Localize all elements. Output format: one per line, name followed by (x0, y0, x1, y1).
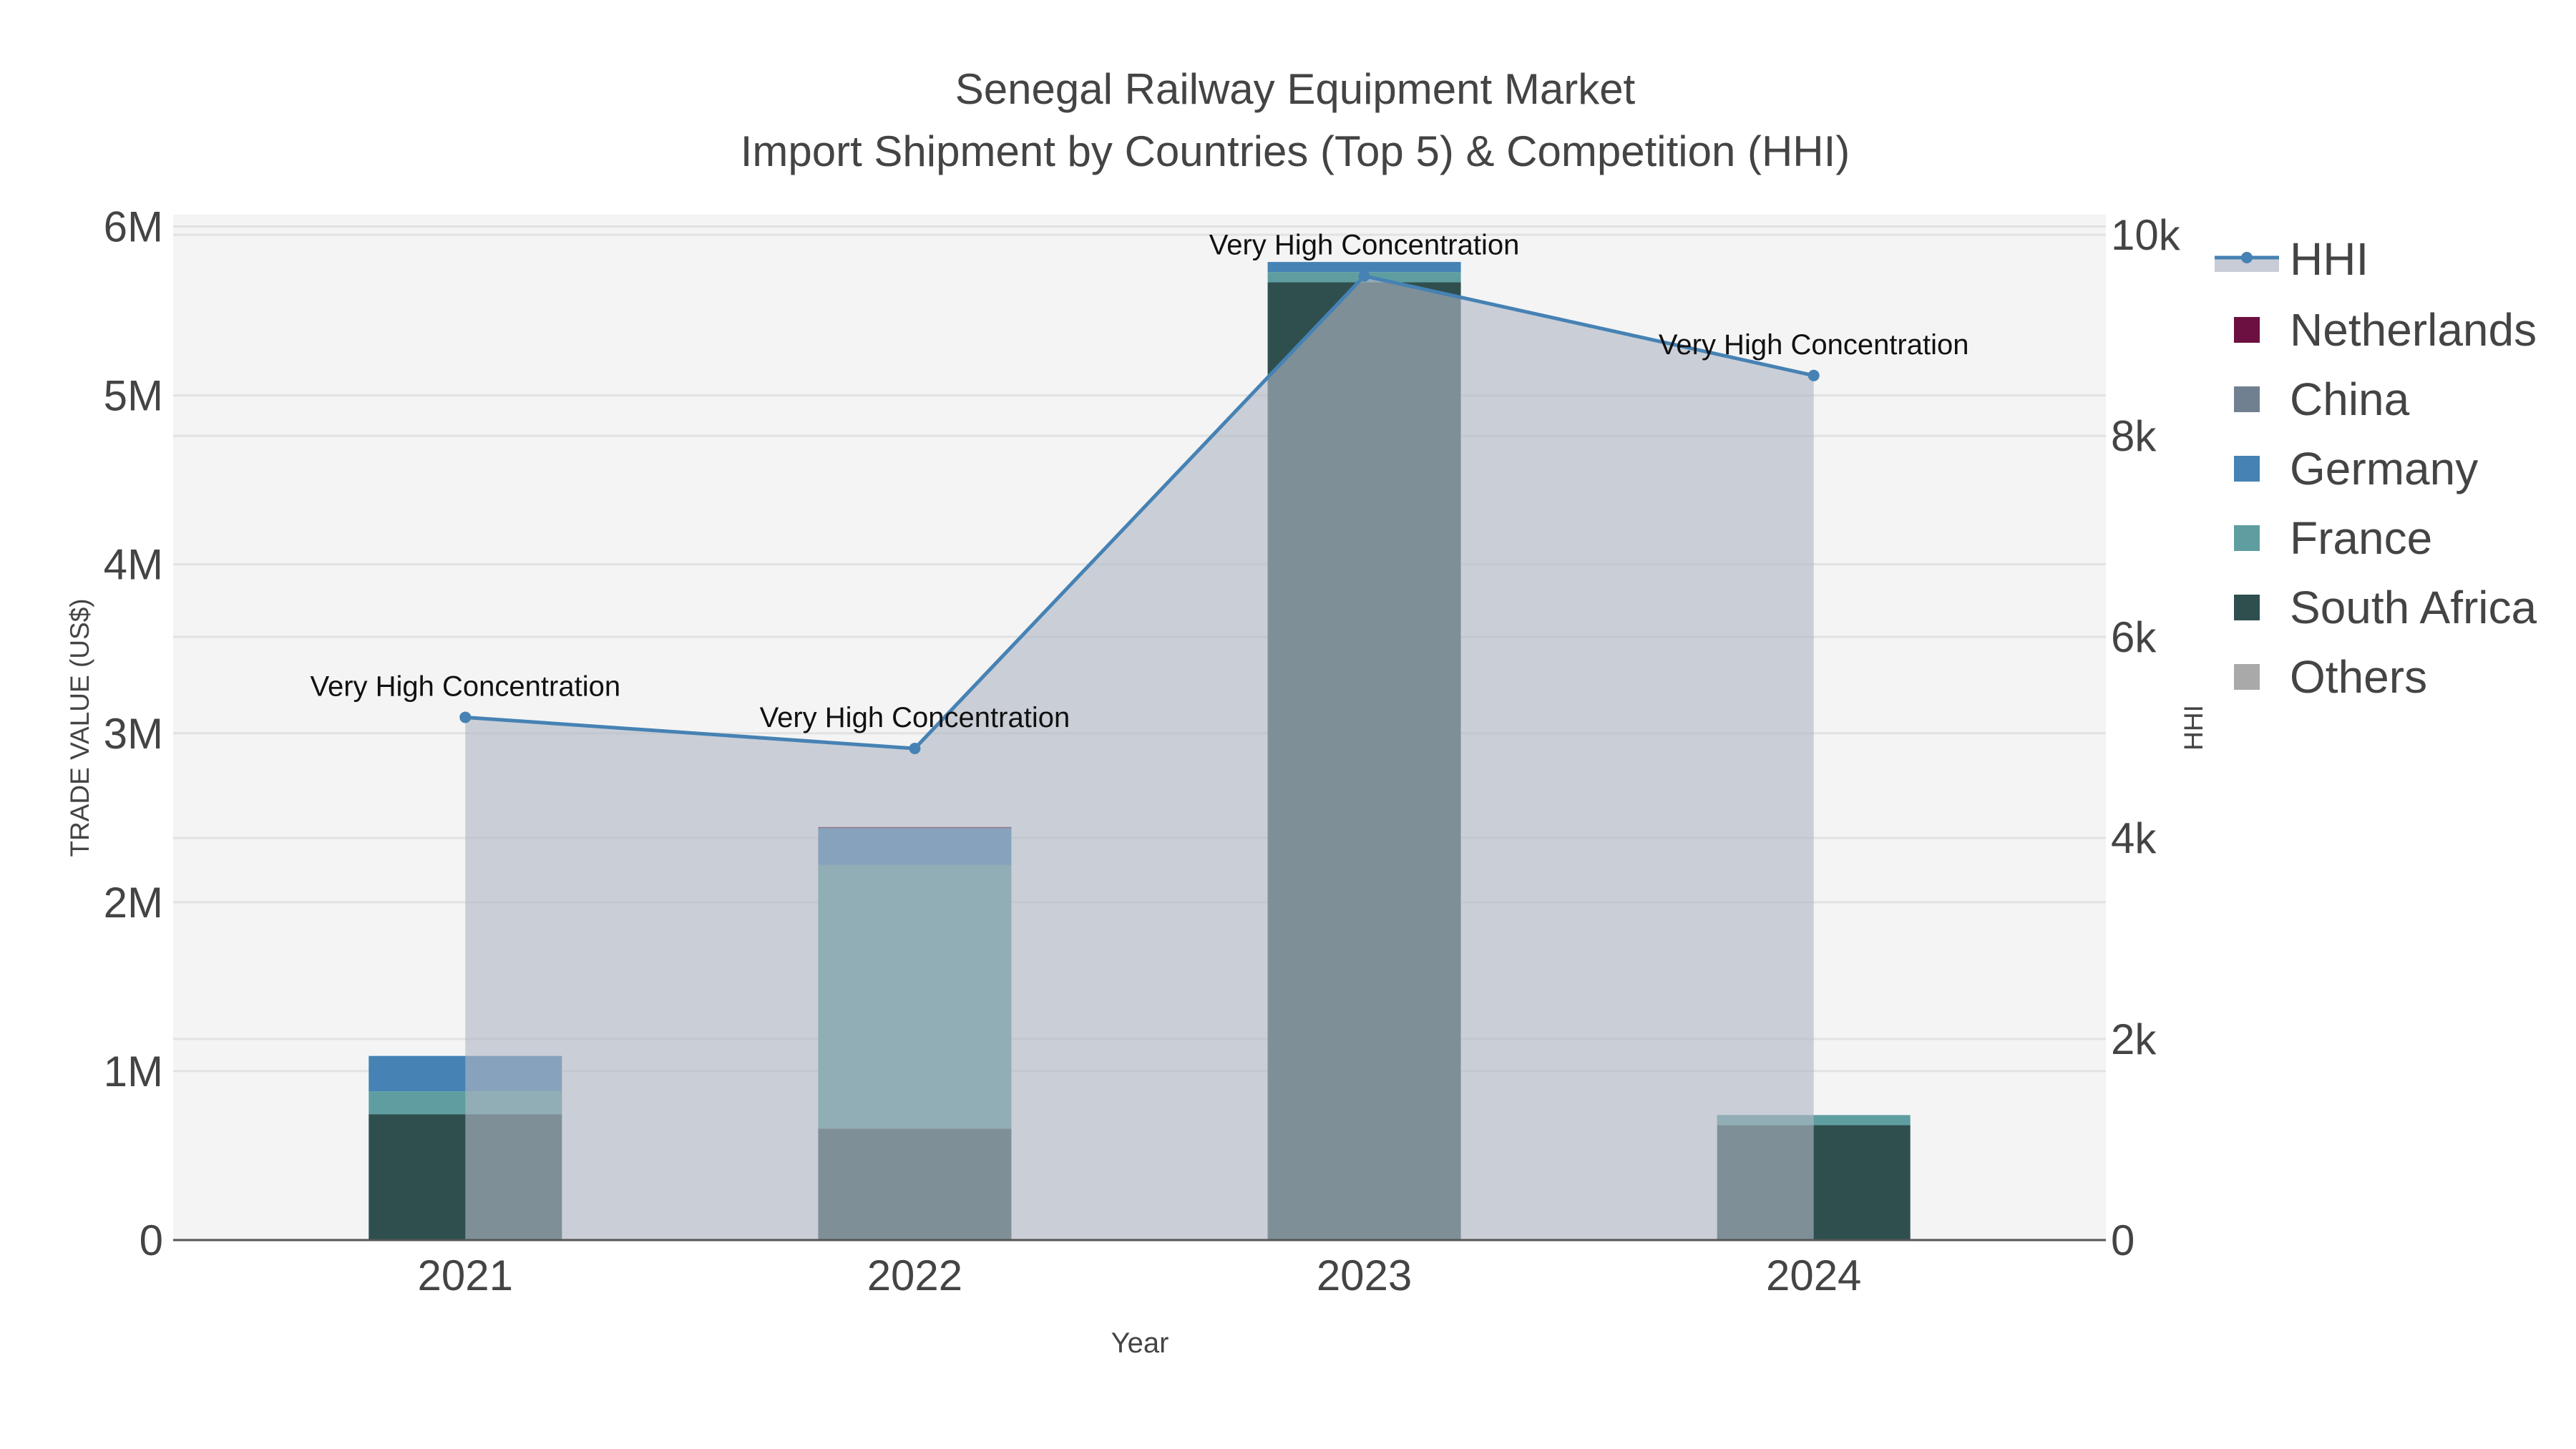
hhi-point (459, 711, 472, 723)
legend-swatch-south-africa (2234, 595, 2260, 620)
y2-tick-label: 8k (2111, 412, 2157, 460)
chart-title-line1: Senegal Railway Equipment Market (955, 65, 1636, 113)
y-tick-label: 2M (104, 879, 163, 927)
legend-swatch-germany (2234, 456, 2260, 482)
legend-swatch-france (2234, 525, 2260, 551)
hhi-annotation: Very High Concentration (1209, 230, 1520, 261)
y2-tick-label: 6k (2111, 613, 2157, 661)
x-axis-label: Year (1111, 1327, 1169, 1359)
legend: HHI Netherlands China Germany France South Af… (2215, 233, 2537, 703)
chart-title-line2: Import Shipment by Countries (Top 5) & C… (741, 127, 1850, 175)
hhi-annotation: Very High Concentration (1659, 329, 1969, 361)
legend-swatch-china (2234, 386, 2260, 412)
legend-swatch-netherlands (2234, 317, 2260, 343)
legend-label-china: China (2290, 374, 2410, 425)
x-tick-label: 2024 (1766, 1252, 1861, 1299)
chart: Very High Concentration Very High Concent… (65, 65, 2537, 1359)
y-tick-label: 6M (104, 203, 163, 251)
y-tick-label: 0 (140, 1216, 163, 1264)
legend-label-germany: Germany (2290, 443, 2478, 494)
y2-tick-label: 10k (2111, 211, 2181, 259)
hhi-annotation: Very High Concentration (760, 702, 1070, 733)
legend-label-hhi: HHI (2290, 233, 2368, 285)
y-tick-label: 3M (104, 710, 163, 758)
y2-axis-label: HHI (2179, 705, 2208, 751)
legend-label-france: France (2290, 512, 2432, 564)
y-tick-label: 4M (104, 541, 163, 589)
legend-label-south-africa: South Africa (2290, 582, 2537, 633)
x-tick-label: 2022 (867, 1252, 962, 1299)
legend-label-netherlands: Netherlands (2290, 304, 2537, 356)
y-axis-label: TRADE VALUE (US$) (65, 598, 94, 857)
y-tick-label: 1M (104, 1048, 163, 1096)
y2-tick-label: 0 (2111, 1216, 2135, 1264)
legend-label-others: Others (2290, 651, 2427, 703)
hhi-point (1358, 270, 1370, 282)
x-tick-label: 2021 (418, 1252, 513, 1299)
y2-tick-label: 2k (2111, 1015, 2157, 1063)
hhi-point (909, 743, 921, 755)
legend-hhi-marker (2241, 252, 2253, 263)
legend-swatch-others (2234, 664, 2260, 690)
y2-tick-label: 4k (2111, 814, 2157, 862)
hhi-point (1807, 369, 1820, 381)
hhi-annotation: Very High Concentration (311, 670, 621, 702)
x-tick-label: 2023 (1317, 1252, 1412, 1299)
y-tick-label: 5M (104, 372, 163, 420)
